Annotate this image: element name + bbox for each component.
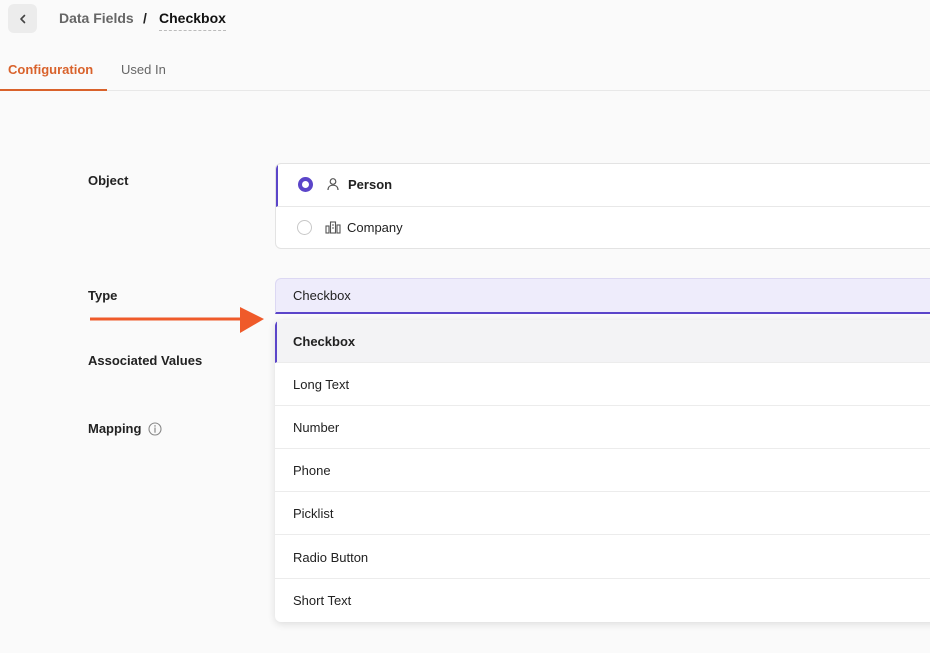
object-option-person[interactable]: Person xyxy=(276,164,930,207)
object-option-label: Person xyxy=(348,177,393,192)
object-option-company[interactable]: Company xyxy=(276,207,930,248)
type-option-short-text[interactable]: Short Text xyxy=(275,579,930,622)
info-icon[interactable] xyxy=(148,422,162,436)
type-option-long-text[interactable]: Long Text xyxy=(275,363,930,406)
back-button[interactable] xyxy=(8,4,37,33)
tab-used-in[interactable]: Used In xyxy=(121,62,166,77)
breadcrumb-current[interactable]: Checkbox xyxy=(159,10,226,31)
breadcrumb-parent[interactable]: Data Fields xyxy=(59,10,134,26)
type-dropdown-menu: Checkbox Long Text Number Phone Picklist… xyxy=(275,320,930,622)
tab-bar: Configuration Used In xyxy=(0,50,930,91)
type-label: Type xyxy=(88,288,118,303)
tab-configuration[interactable]: Configuration xyxy=(8,62,93,77)
type-select[interactable]: Checkbox xyxy=(275,278,930,314)
mapping-label: Mapping xyxy=(88,421,142,436)
radio-person[interactable] xyxy=(298,177,313,192)
type-select-value: Checkbox xyxy=(293,288,351,303)
type-option-picklist[interactable]: Picklist xyxy=(275,492,930,535)
breadcrumb-separator: / xyxy=(143,10,147,26)
object-label: Object xyxy=(88,173,129,188)
type-option-checkbox[interactable]: Checkbox xyxy=(275,320,930,363)
type-option-number[interactable]: Number xyxy=(275,406,930,449)
annotation-arrow xyxy=(90,307,264,333)
person-icon xyxy=(327,178,339,191)
chevron-left-icon xyxy=(19,14,25,23)
type-option-radio-button[interactable]: Radio Button xyxy=(275,536,930,579)
building-icon xyxy=(325,221,341,234)
object-radio-group: Person Company xyxy=(275,163,930,249)
active-tab-indicator xyxy=(0,89,107,91)
radio-company[interactable] xyxy=(297,220,312,235)
type-option-phone[interactable]: Phone xyxy=(275,449,930,492)
associated-values-label: Associated Values xyxy=(88,353,203,368)
object-option-label: Company xyxy=(347,220,403,235)
header: Data Fields / Checkbox xyxy=(0,0,930,40)
